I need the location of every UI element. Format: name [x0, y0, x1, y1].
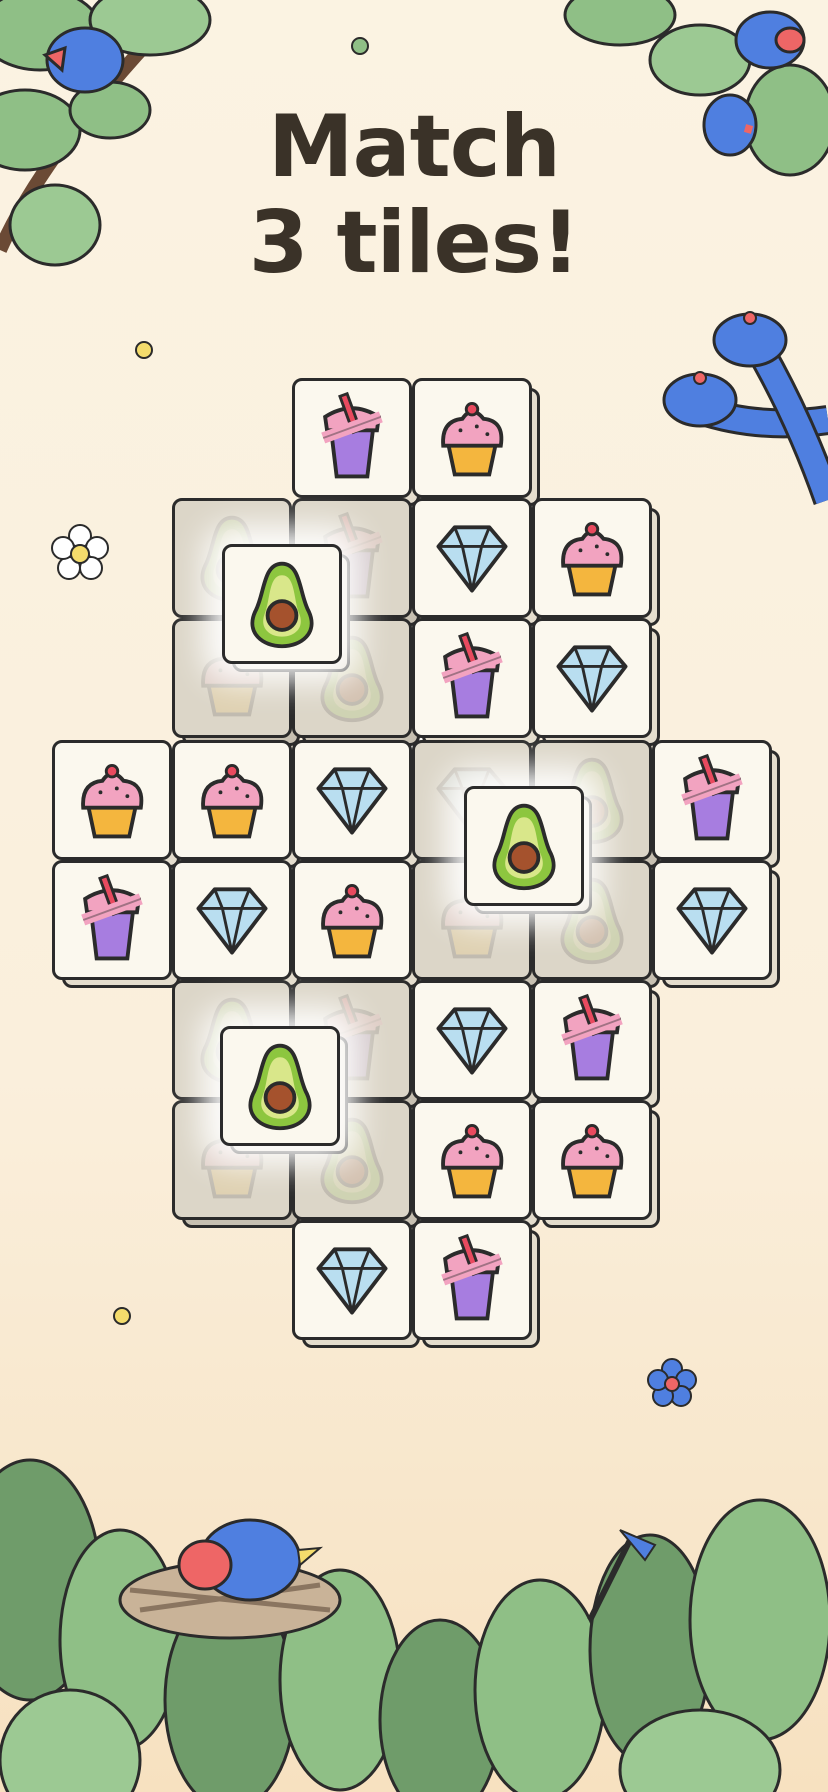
cupcake-icon	[544, 510, 640, 606]
tile[interactable]	[652, 860, 780, 988]
tile-face	[532, 498, 652, 618]
cupcake-icon	[184, 752, 280, 848]
boba-icon	[424, 1232, 520, 1328]
boba-icon	[544, 992, 640, 1088]
diamond-icon	[304, 752, 400, 848]
tile-face	[222, 544, 342, 664]
tile[interactable]	[652, 740, 780, 868]
tile-face	[220, 1026, 340, 1146]
diamond-icon	[424, 510, 520, 606]
cupcake-icon	[424, 390, 520, 486]
tile[interactable]	[292, 860, 420, 988]
tile-face	[52, 740, 172, 860]
tile[interactable]	[52, 860, 180, 988]
tile-face	[412, 618, 532, 738]
tile[interactable]	[532, 498, 660, 626]
tile-face	[532, 980, 652, 1100]
tile-face	[52, 860, 172, 980]
game-screen: Match 3 tiles!	[0, 0, 828, 1792]
tile-face	[652, 860, 772, 980]
boba-icon	[664, 752, 760, 848]
tile[interactable]	[172, 860, 300, 988]
tile-face	[412, 1220, 532, 1340]
tile-face	[292, 740, 412, 860]
diamond-icon	[184, 872, 280, 968]
boba-icon	[64, 872, 160, 968]
highlighted-tile[interactable]	[464, 786, 592, 914]
tile[interactable]	[532, 1100, 660, 1228]
highlighted-tile[interactable]	[220, 1026, 348, 1154]
tile[interactable]	[292, 740, 420, 868]
avocado-icon	[232, 1038, 328, 1134]
tile-face	[172, 860, 292, 980]
diamond-icon	[304, 1232, 400, 1328]
diamond-icon	[544, 630, 640, 726]
cupcake-icon	[64, 752, 160, 848]
cupcake-icon	[424, 1112, 520, 1208]
cupcake-icon	[304, 872, 400, 968]
tile[interactable]	[412, 618, 540, 746]
tile-face	[412, 498, 532, 618]
tile[interactable]	[292, 1220, 420, 1348]
tile-face	[464, 786, 584, 906]
tile[interactable]	[412, 378, 540, 506]
tile[interactable]	[172, 740, 300, 868]
highlighted-tile[interactable]	[222, 544, 350, 672]
tile-face	[652, 740, 772, 860]
tile-face	[292, 1220, 412, 1340]
tile-face	[292, 378, 412, 498]
avocado-icon	[476, 798, 572, 894]
tile[interactable]	[532, 980, 660, 1108]
tile-face	[532, 618, 652, 738]
tile[interactable]	[292, 378, 420, 506]
diamond-icon	[424, 992, 520, 1088]
tile-face	[412, 980, 532, 1100]
boba-icon	[304, 390, 400, 486]
tile[interactable]	[412, 1100, 540, 1228]
tile-face	[532, 1100, 652, 1220]
tile[interactable]	[532, 618, 660, 746]
avocado-icon	[234, 556, 330, 652]
tile-face	[412, 378, 532, 498]
tile-face	[172, 740, 292, 860]
tile-face	[412, 1100, 532, 1220]
diamond-icon	[664, 872, 760, 968]
cupcake-icon	[544, 1112, 640, 1208]
boba-icon	[424, 630, 520, 726]
tile[interactable]	[412, 980, 540, 1108]
tile[interactable]	[52, 740, 180, 868]
tile-face	[292, 860, 412, 980]
tile[interactable]	[412, 498, 540, 626]
tile[interactable]	[412, 1220, 540, 1348]
